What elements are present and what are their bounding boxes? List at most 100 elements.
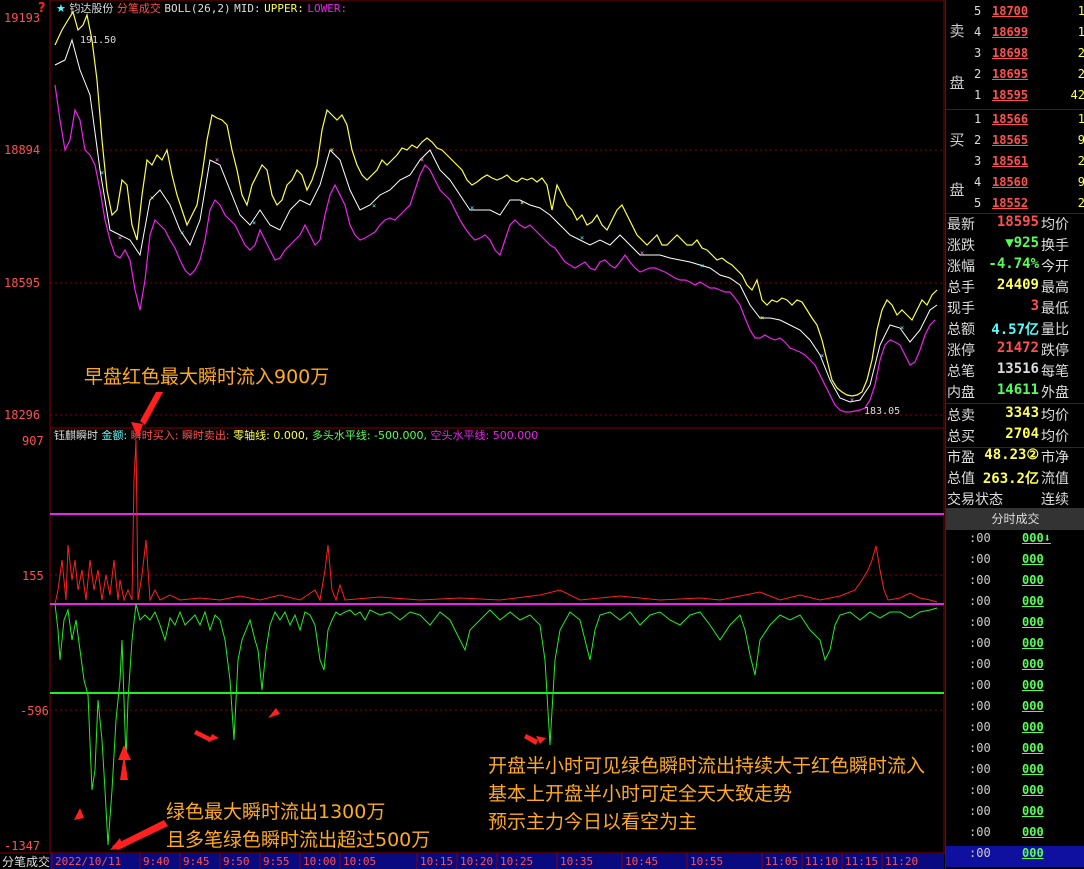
trade-row[interactable]: :00 000 (946, 783, 1084, 804)
quote-value: 13516 (996, 361, 1039, 377)
quote-row: 总额 4.57亿 量比 (946, 319, 1084, 340)
svg-text:×: × (640, 249, 644, 257)
level-volume: 1 (1078, 112, 1084, 126)
trade-volume: 000 (1022, 678, 1044, 692)
trade-time: :00 (969, 825, 991, 839)
level-volume: 2 (1078, 196, 1084, 210)
level-price: 18695 (992, 67, 1029, 81)
svg-text:×: × (330, 146, 334, 154)
svg-text:×: × (180, 229, 184, 237)
level-number: 5 (974, 196, 982, 210)
trade-row[interactable]: :00 000 (946, 804, 1084, 825)
sell-level-row[interactable]: 1 18595 42 (974, 88, 1084, 109)
quote-row: 总笔 13516 每笔 (946, 361, 1084, 382)
time-label: 11:10 (805, 855, 838, 868)
quote-key2: 量比 (1041, 322, 1069, 338)
trade-row[interactable]: :00 000 (946, 552, 1084, 573)
time-label: 11:15 (845, 855, 878, 868)
quote-key: 涨停 (947, 343, 975, 359)
time-label: 9:40 (143, 855, 170, 868)
level-volume: 1 (1078, 25, 1084, 39)
trade-row[interactable]: :00 000 (946, 636, 1084, 657)
quote-key2: 均价 (1041, 217, 1069, 233)
trade-volume: 000 (1022, 825, 1044, 839)
svg-text:×: × (820, 352, 824, 360)
quote-key2: 连续 (1041, 492, 1069, 508)
sell-side-label: 卖 (949, 21, 965, 40)
time-label: 10:20 (460, 855, 493, 868)
level-price: 18565 (992, 133, 1029, 147)
buy-level-row[interactable]: 1 18566 1 (974, 112, 1084, 133)
quote-row: 最新 18595 均价 (946, 214, 1084, 235)
quote-value: 2704 (1005, 426, 1039, 442)
annotation-max-outflow-1: 绿色最大瞬时流出1300万 (166, 801, 386, 823)
svg-text:×: × (215, 156, 219, 164)
trade-row[interactable]: :00 000 (946, 615, 1084, 636)
trade-row[interactable]: :00 000 (946, 594, 1084, 615)
quote-value: 24409 (996, 277, 1039, 293)
trade-time: :00 (969, 804, 991, 818)
quote-key2: 流值 (1041, 471, 1069, 487)
level-number: 3 (974, 46, 982, 60)
level-number: 5 (974, 4, 982, 18)
trade-row[interactable]: :00 000 (946, 846, 1084, 867)
quote-value: 21472 (996, 340, 1039, 356)
level-price: 18561 (992, 154, 1029, 168)
trade-volume: 000 (1022, 594, 1044, 608)
trade-row[interactable]: :00 000 (946, 678, 1084, 699)
trade-volume: 000 (1022, 720, 1044, 734)
quote-key: 交易状态 (947, 492, 1003, 508)
time-label: 2022/10/11 (55, 855, 121, 868)
svg-text:×: × (850, 396, 854, 404)
level-number: 4 (974, 25, 982, 39)
stock-name: 钧达股份 (69, 1, 113, 15)
svg-text:×: × (900, 324, 904, 332)
buy-level-row[interactable]: 2 18565 9 (974, 133, 1084, 154)
trades-header[interactable]: 分时成交 (946, 508, 1084, 530)
level-number: 2 (974, 67, 982, 81)
trade-row[interactable]: :00 000 (946, 720, 1084, 741)
star-icon: ★ (56, 2, 66, 15)
svg-text:★ 钧达股份 分笔成交 BOLL(2: ★ 钧达股份 分笔成交 BOLL(26,2) MID: UPPER: LOWER… (56, 1, 347, 15)
trade-row[interactable]: :00 000 (946, 657, 1084, 678)
time-label: 9:55 (263, 855, 290, 868)
quote-row: 涨停 21472 跌停 (946, 340, 1084, 361)
trade-row[interactable]: :00 000 (946, 699, 1084, 720)
chart-area[interactable]: ★ 钧达股份 分笔成交 BOLL(26,2) MID: UPPER: LOWER… (0, 0, 945, 869)
svg-text:钰麒瞬时 金额: 瞬时买入: 瞬时卖: 钰麒瞬时 金额: 瞬时买入: 瞬时卖出: 零轴线: 0.000, 多头水平线: … (54, 428, 538, 442)
trade-time: :00 (969, 594, 991, 608)
sell-level-row[interactable]: 4 18699 1 (974, 25, 1084, 46)
quote-value: 14611 (996, 382, 1039, 398)
long-line-label: 多头水平线: -500.000, (312, 428, 427, 442)
level-price: 18595 (992, 88, 1029, 102)
level-volume: 2 (1078, 154, 1084, 168)
trade-time: :00 (969, 741, 991, 755)
level-volume: 42 (1070, 88, 1084, 102)
quote-key: 总值 (947, 471, 975, 487)
corner-label[interactable]: 分笔成交 (2, 854, 50, 869)
trade-row[interactable]: :00 000 (946, 573, 1084, 594)
quote-key: 市盈 (947, 450, 975, 466)
level-number: 3 (974, 154, 982, 168)
quote-key: 总笔 (947, 364, 975, 380)
price-label: 18595 (4, 276, 40, 290)
sell-level-row[interactable]: 3 18698 2 (974, 46, 1084, 67)
quote-key: 总手 (947, 280, 975, 296)
trade-time: :00 (969, 636, 991, 650)
boll-upper-line (54, 10, 938, 397)
level-volume: 1 (1078, 4, 1084, 18)
trade-row[interactable]: :00 000 (946, 825, 1084, 846)
buy-level-row[interactable]: 3 18561 2 (974, 154, 1084, 175)
level-price: 18552 (992, 196, 1029, 210)
trade-row[interactable]: :00 000 (946, 741, 1084, 762)
annotation-max-outflow-2: 且多笔绿色瞬时流出超过500万 (166, 829, 431, 851)
zero-line-label: 零轴线: 0.000, (233, 428, 308, 442)
buy-level-row[interactable]: 4 18560 9 (974, 175, 1084, 196)
flow-label: 907 (22, 434, 44, 448)
trade-time: :00 (969, 678, 991, 692)
trade-volume: 000 (1022, 741, 1044, 755)
sell-level-row[interactable]: 5 18700 1 (974, 4, 1084, 25)
trade-row[interactable]: :00 000 (946, 762, 1084, 783)
sell-level-row[interactable]: 2 18695 2 (974, 67, 1084, 88)
trade-row[interactable]: :00 000⬇ (946, 531, 1084, 552)
